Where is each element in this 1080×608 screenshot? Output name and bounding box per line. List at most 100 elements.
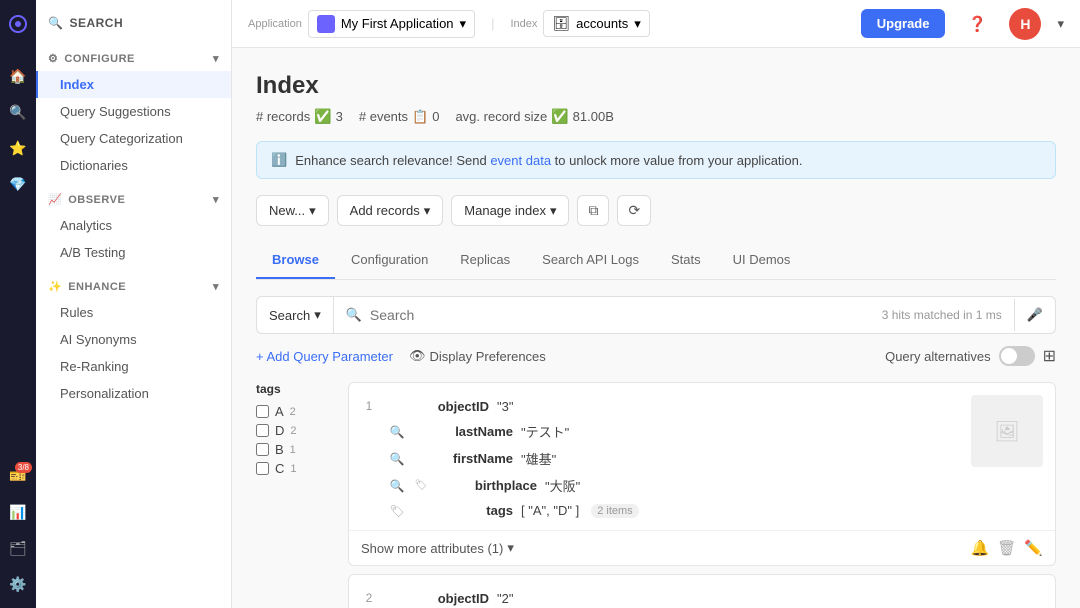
notification-badge: 3/8	[15, 462, 32, 473]
sidebar-item-dictionaries[interactable]: Dictionaries	[36, 152, 231, 179]
field-tags-label: tags	[413, 503, 513, 518]
search-type-label: Search	[269, 308, 310, 323]
tab-search-api-logs[interactable]: Search API Logs	[526, 242, 655, 279]
logo-icon[interactable]	[2, 8, 34, 40]
tag-checkbox-d[interactable]	[256, 424, 269, 437]
user-chevron-icon[interactable]: ▾	[1057, 16, 1064, 32]
stack-icon[interactable]: 🗂	[2, 532, 34, 564]
records-label: # records	[256, 109, 310, 124]
grid-view-icon[interactable]: ⊞	[1043, 346, 1056, 366]
sidebar-item-query-suggestions[interactable]: Query Suggestions	[36, 98, 231, 125]
field-firstname-label: firstName	[413, 451, 513, 466]
enhance-chevron-icon: ▾	[213, 280, 219, 293]
app-icon	[317, 15, 335, 33]
search-field-icon-1: 🔍	[389, 425, 405, 439]
sidebar-item-ab-testing[interactable]: A/B Testing	[36, 239, 231, 266]
sidebar-item-re-ranking[interactable]: Re-Ranking	[36, 353, 231, 380]
record-card-2: 2 objectID "2"	[348, 574, 1056, 608]
tag-label-a: A	[275, 404, 284, 419]
sidebar-item-personalization[interactable]: Personalization	[36, 380, 231, 407]
main-content: Index # records ✅ 3 # events 📋 0 avg. re…	[232, 48, 1080, 608]
search-input[interactable]	[370, 307, 874, 323]
page-meta: # records ✅ 3 # events 📋 0 avg. record s…	[256, 108, 1056, 125]
display-preferences-button[interactable]: 👁 Display Preferences	[409, 348, 546, 364]
delete-button-1[interactable]: 🗑	[997, 539, 1016, 557]
tag-field-icon-1: 🏷	[413, 480, 429, 491]
image-placeholder-icon: 🖼	[994, 419, 1019, 444]
field-tags-value: [ "A", "D" ]	[521, 503, 579, 518]
manage-index-button[interactable]: Manage index ▾	[451, 195, 569, 226]
diamond-icon[interactable]: 💎	[2, 168, 34, 200]
configure-icon: ⚙	[48, 52, 58, 65]
tag-checkbox-c[interactable]	[256, 462, 269, 475]
application-selector: Application My First Application ▾	[248, 10, 475, 38]
upgrade-button[interactable]: Upgrade	[861, 9, 946, 38]
show-more-button-1[interactable]: Show more attributes (1) ▾	[361, 540, 514, 556]
icon-bar: 🏠 🔍 ⭐ 💎 🎫 3/8 📊 🗂 ⚙️	[0, 0, 36, 608]
add-records-button[interactable]: Add records ▾	[337, 195, 444, 226]
tab-browse[interactable]: Browse	[256, 242, 335, 279]
watch-button-1[interactable]: 🔔	[971, 539, 990, 557]
home-icon[interactable]: 🏠	[2, 60, 34, 92]
observe-section-title[interactable]: 📈 OBSERVE ▾	[36, 187, 231, 212]
events-count: 0	[432, 109, 439, 124]
field-birthplace-label: birthplace	[437, 478, 537, 493]
tab-stats[interactable]: Stats	[655, 242, 717, 279]
record-card-1: 1 objectID "3" 🔍 lastName "テスト"	[348, 382, 1056, 566]
badge-icon[interactable]: 🎫 3/8	[2, 460, 34, 492]
add-query-param-button[interactable]: + Add Query Parameter	[256, 348, 393, 364]
search-icon: 🔍	[346, 307, 362, 323]
query-alternatives-label: Query alternatives	[885, 349, 991, 364]
new-chevron-icon: ▾	[309, 203, 316, 219]
record-image-1: 🖼	[971, 395, 1043, 467]
tab-ui-demos[interactable]: UI Demos	[717, 242, 807, 279]
sidebar-search-header: 🔍 SEARCH	[36, 0, 231, 46]
search-type-selector[interactable]: Search ▾	[257, 297, 334, 333]
records-meta: # records ✅ 3	[256, 108, 343, 125]
field-objectid-value-2: "2"	[497, 591, 513, 606]
tab-configuration[interactable]: Configuration	[335, 242, 444, 279]
field-tags-1: 🏷 tags [ "A", "D" ] 2 items	[389, 499, 947, 522]
enhance-section-title[interactable]: ✨ ENHANCE ▾	[36, 274, 231, 299]
copy-button[interactable]: ⧉	[577, 195, 609, 226]
new-button[interactable]: New... ▾	[256, 195, 329, 226]
index-select-button[interactable]: 🗄 accounts ▾	[543, 10, 649, 37]
tag-label-c: C	[275, 461, 284, 476]
user-avatar[interactable]: H	[1009, 8, 1041, 40]
edit-button-1[interactable]: ✏️	[1024, 539, 1043, 557]
star-icon[interactable]: ⭐	[2, 132, 34, 164]
avg-size-meta: avg. record size ✅ 81.00B	[455, 108, 613, 125]
query-alternatives-toggle[interactable]	[999, 346, 1035, 366]
avg-size-label: avg. record size	[455, 109, 547, 124]
search-nav-icon[interactable]: 🔍	[2, 96, 34, 128]
banner-info-icon: ℹ️	[271, 152, 287, 168]
search-input-wrap: 🔍 3 hits matched in 1 ms	[334, 307, 1014, 323]
record-header-2: 2 objectID "2"	[349, 575, 1055, 608]
app-chevron-icon: ▾	[460, 16, 467, 32]
tag-checkbox-b[interactable]	[256, 443, 269, 456]
sidebar-item-analytics[interactable]: Analytics	[36, 212, 231, 239]
query-right: Query alternatives ⊞	[885, 346, 1056, 366]
help-icon-button[interactable]: ❓	[961, 8, 993, 40]
sidebar-item-rules[interactable]: Rules	[36, 299, 231, 326]
query-left: + Add Query Parameter 👁 Display Preferen…	[256, 348, 546, 364]
tabs: Browse Configuration Replicas Search API…	[256, 242, 1056, 280]
search-row: Search ▾ 🔍 3 hits matched in 1 ms 🎤	[257, 297, 1055, 333]
app-title: SEARCH	[69, 16, 123, 30]
tag-count-c: 1	[290, 463, 296, 475]
sidebar-item-ai-synonyms[interactable]: AI Synonyms	[36, 326, 231, 353]
tab-replicas[interactable]: Replicas	[444, 242, 526, 279]
records-count: 3	[336, 109, 343, 124]
tag-checkbox-a[interactable]	[256, 405, 269, 418]
event-data-link[interactable]: event data	[490, 153, 551, 168]
sidebar-item-query-categorization[interactable]: Query Categorization	[36, 125, 231, 152]
eye-icon: 👁	[409, 348, 426, 364]
refresh-button[interactable]: ⟳	[617, 195, 651, 226]
top-nav: Application My First Application ▾ | Ind…	[232, 0, 1080, 48]
application-select-button[interactable]: My First Application ▾	[308, 10, 475, 38]
sidebar-item-index[interactable]: Index	[36, 71, 231, 98]
settings-icon[interactable]: ⚙️	[2, 568, 34, 600]
chart-icon[interactable]: 📊	[2, 496, 34, 528]
configure-section-title[interactable]: ⚙ CONFIGURE ▾	[36, 46, 231, 71]
mic-button[interactable]: 🎤	[1014, 299, 1055, 331]
